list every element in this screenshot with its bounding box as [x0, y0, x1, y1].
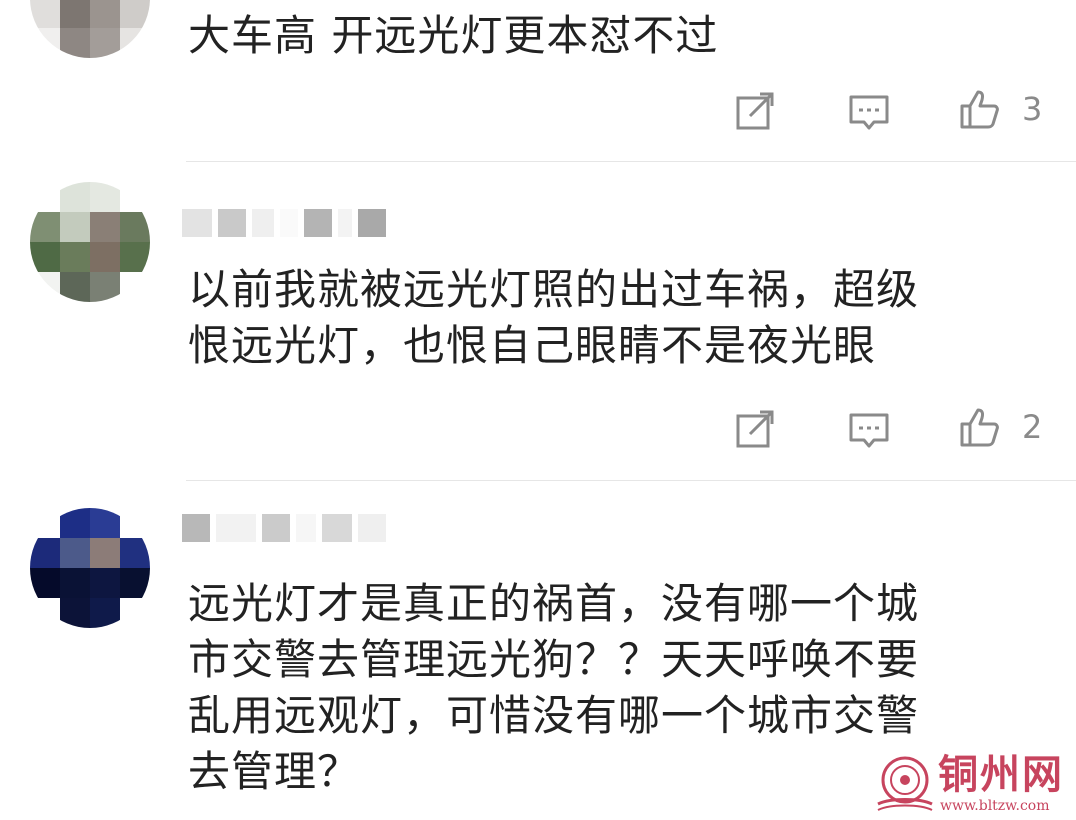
comment-bubble-icon[interactable] — [848, 92, 890, 134]
comment-actions: 2 — [0, 406, 1076, 456]
nickname-pixelated[interactable] — [182, 510, 386, 546]
divider — [186, 480, 1076, 481]
watermark: 铜州网 www.bltzw.com — [872, 752, 1072, 818]
divider — [186, 161, 1076, 162]
share-edit-icon[interactable] — [734, 90, 776, 132]
nickname-pixelated[interactable] — [182, 205, 386, 241]
comment-text: 大车高 开远光灯更本怼不过 — [188, 11, 719, 60]
site-logo-icon — [877, 756, 933, 811]
comment-text: 以前我就被远光灯照的出过车祸，超级 恨远光灯，也恨自己眼睛不是夜光眼 — [188, 265, 920, 370]
like-count: 3 — [1022, 90, 1043, 128]
watermark-site-name: 铜州网 — [938, 751, 1064, 798]
comment-actions: 3 — [0, 88, 1076, 138]
share-edit-icon[interactable] — [734, 408, 776, 450]
avatar-pixelated[interactable] — [30, 508, 150, 628]
thumbs-up-icon[interactable] — [958, 406, 1000, 448]
watermark-url: www.bltzw.com — [940, 798, 1050, 814]
like-count: 2 — [1022, 408, 1043, 446]
avatar-pixelated[interactable] — [30, 0, 150, 58]
avatar-pixelated[interactable] — [30, 182, 150, 302]
comment-bubble-icon[interactable] — [848, 410, 890, 452]
thumbs-up-icon[interactable] — [958, 88, 1000, 130]
